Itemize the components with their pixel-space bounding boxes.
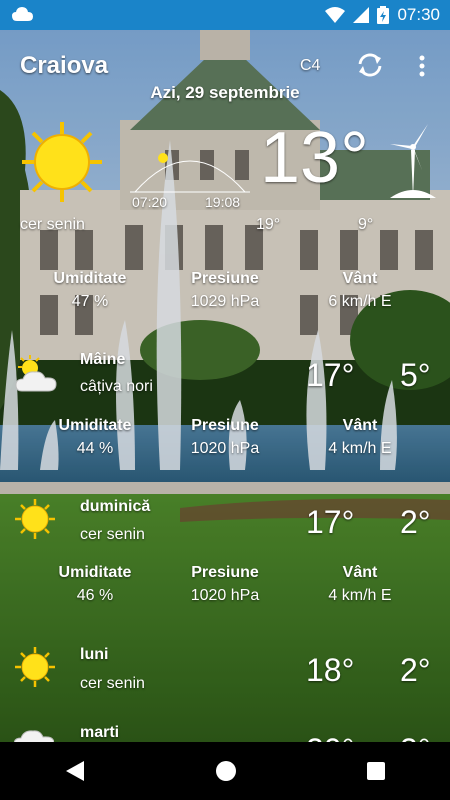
forecast-day: marti (80, 724, 120, 741)
forecast-max: 17° (306, 357, 355, 393)
forecast-day: duminică (80, 498, 151, 515)
forecast-humidity: 44 % (76, 440, 114, 457)
sun-path-graph (130, 153, 250, 193)
forecast-max: 20° (306, 732, 354, 742)
signal-icon (353, 7, 370, 23)
forecast-condition: câțiva nori (80, 378, 153, 395)
cloud-icon (14, 730, 54, 742)
forecast-humidity-label: Umiditate (58, 564, 132, 581)
status-bar: 07:30 (0, 0, 450, 30)
forecast-item-tuesday[interactable]: marti 20° 3° (0, 718, 450, 742)
forecast-item-monday[interactable]: luni cer senin 18° 2° (0, 640, 450, 700)
sun-icon (15, 647, 55, 687)
forecast-pressure: 1020 hPa (190, 587, 260, 604)
today-date: Azi, 29 septembrie (150, 83, 300, 102)
forecast-condition: cer senin (80, 675, 145, 692)
pressure-value: 1029 hPa (190, 293, 260, 310)
forecast-day: luni (80, 646, 109, 663)
forecast-pressure: 1020 hPa (190, 440, 260, 457)
forecast-max: 17° (306, 504, 355, 540)
unit-toggle[interactable]: C4 (300, 57, 320, 75)
sunset-time: 19:08 (205, 194, 241, 210)
home-icon[interactable] (215, 760, 237, 782)
partly-cloudy-icon (15, 355, 57, 392)
forecast-min: 2° (400, 504, 431, 540)
sun-icon (22, 122, 102, 202)
sun-icon (15, 499, 55, 539)
sunrise-time: 07:20 (132, 194, 168, 210)
overflow-menu-icon[interactable] (418, 54, 426, 78)
forecast-condition: cer senin (80, 526, 145, 543)
cloud-notification-icon (12, 7, 33, 21)
forecast-pressure-label: Presiune (191, 417, 259, 434)
city-name[interactable]: Craiova (20, 52, 108, 80)
forecast-wind: 4 km/h E (328, 440, 392, 457)
wind-value: 6 km/h E (328, 293, 392, 310)
forecast-humidity: 46 % (76, 587, 114, 604)
status-time: 07:30 (397, 5, 440, 24)
today-max: 19° (256, 216, 281, 233)
today-min: 9° (358, 216, 374, 233)
refresh-icon[interactable] (356, 52, 384, 78)
forecast-item-tomorrow[interactable]: Mâine câțiva nori 17° 5° Umiditate Presi… (0, 345, 450, 465)
recents-icon[interactable] (366, 761, 386, 781)
today-condition: cer senin (20, 216, 85, 233)
back-icon[interactable] (64, 760, 86, 782)
forecast-day: Mâine (80, 351, 126, 368)
wind-label: Vânt (342, 270, 378, 287)
wind-turbine-icon (390, 124, 436, 198)
forecast-max: 18° (306, 652, 355, 688)
battery-icon (377, 6, 390, 24)
forecast-min: 2° (400, 652, 431, 688)
current-temperature: 13° (260, 118, 369, 198)
navigation-bar (0, 742, 450, 800)
humidity-value: 47 % (71, 293, 109, 310)
forecast-wind-label: Vânt (342, 417, 378, 434)
wifi-icon (325, 7, 346, 23)
humidity-label: Umiditate (53, 270, 127, 287)
forecast-item-sunday[interactable]: duminică cer senin 17° 2° Umiditate Pres… (0, 492, 450, 617)
forecast-wind-label: Vânt (342, 564, 378, 581)
forecast-min: 5° (400, 357, 431, 393)
forecast-pressure-label: Presiune (191, 564, 259, 581)
pressure-label: Presiune (191, 270, 259, 287)
forecast-wind: 4 km/h E (328, 587, 392, 604)
forecast-humidity-label: Umiditate (58, 417, 132, 434)
forecast-min: 3° (400, 732, 431, 742)
